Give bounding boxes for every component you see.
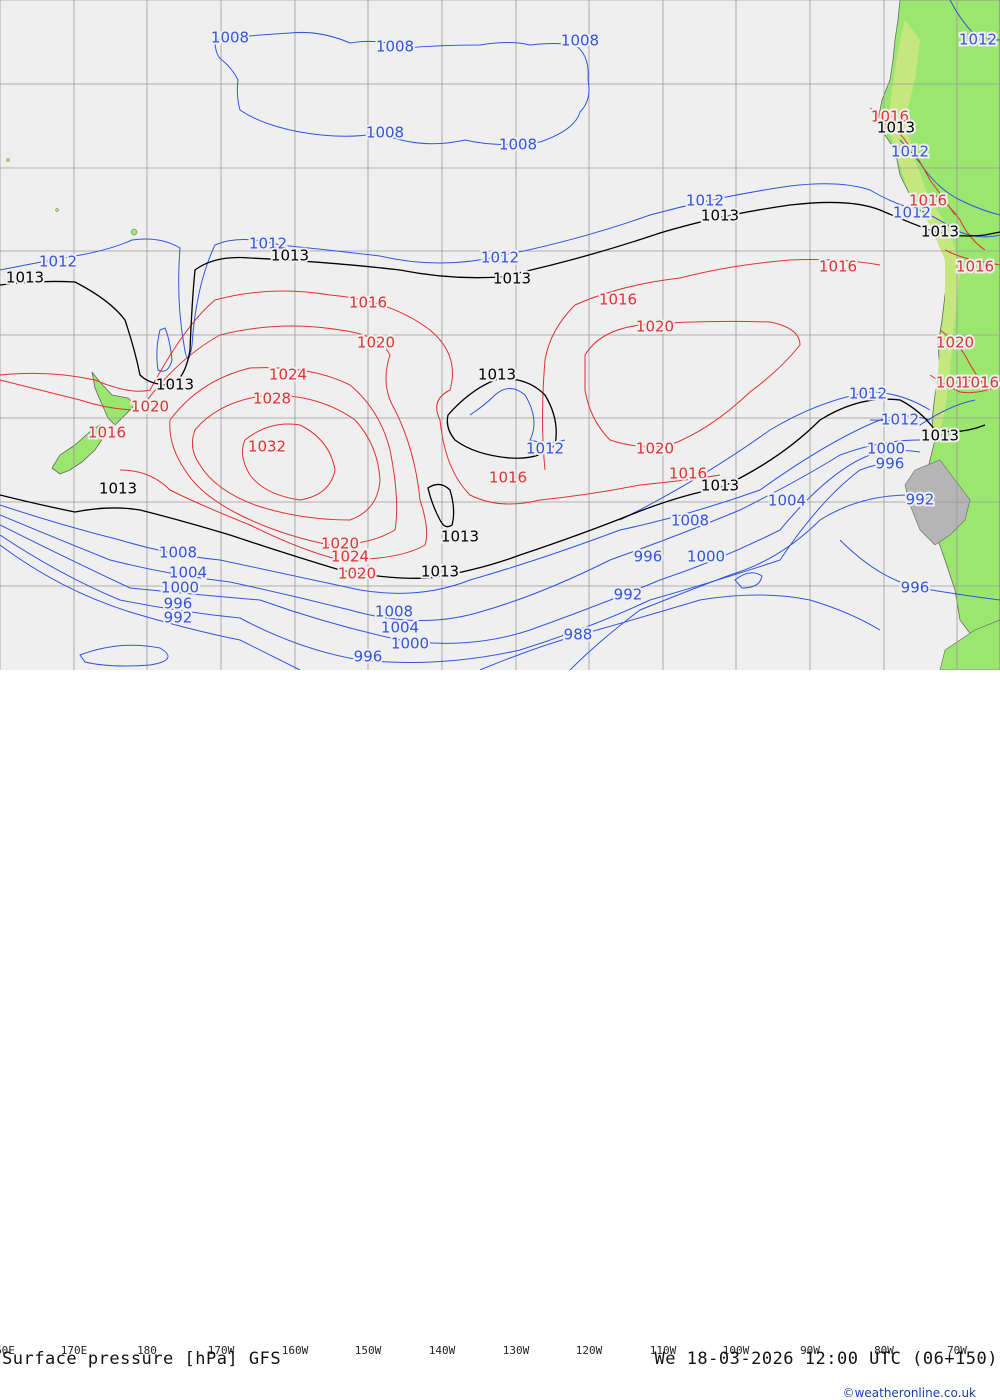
isobar-label-992: 992 [164, 609, 193, 627]
isobar-label-1016: 1016 [909, 192, 947, 210]
isobar-label-1016: 1016 [349, 294, 387, 312]
isobar-label-1020: 1020 [131, 398, 169, 416]
isobar-label-1020: 1020 [636, 440, 674, 458]
isobar-label-1020: 1020 [338, 565, 376, 583]
isobar-label-1016: 1016 [88, 424, 126, 442]
isobar-label-1008: 1008 [561, 32, 599, 50]
isobar-label-996: 996 [634, 548, 663, 566]
map-footer: 60E170E180170W160W150W140W130W120W110W10… [0, 670, 1000, 733]
isobar-label-1024: 1024 [331, 548, 369, 566]
isobar-label-1013: 1013 [441, 528, 479, 546]
isobar-label-1013: 1013 [921, 223, 959, 241]
isobar-label-996: 996 [354, 648, 383, 666]
isobar-label-1016: 1016 [819, 258, 857, 276]
chatham-islands [131, 229, 137, 235]
valid-time: We 18-03-2026 12:00 UTC (06+150) [654, 1349, 998, 1369]
isobar-label-1013: 1013 [877, 119, 915, 137]
isobar-label-1012: 1012 [481, 249, 519, 267]
isobar-label-1008: 1008 [366, 124, 404, 142]
isobar-label-1013: 1013 [493, 270, 531, 288]
lon-tick-label: 120W [576, 1344, 603, 1357]
isobar-label-1012: 1012 [39, 253, 77, 271]
isobar-label-988: 988 [564, 626, 593, 644]
credit-link[interactable]: ©weatheronline.co.uk [843, 1386, 976, 1400]
lon-tick-label: 150W [355, 1344, 382, 1357]
isobar-label-1016: 1016 [956, 258, 994, 276]
isobar-label-1012: 1012 [881, 411, 919, 429]
isobar-label-1024: 1024 [269, 366, 307, 384]
isobar-label-1008: 1008 [375, 603, 413, 621]
isobar-label-1008: 1008 [159, 544, 197, 562]
isobar-label-1013: 1013 [921, 427, 959, 445]
isobar-label-1008: 1008 [376, 38, 414, 56]
isobar-label-1013: 1013 [271, 247, 309, 265]
map-canvas: 1008 1008 1008 1008 1008 1012 1012 1012 1012 1012… [0, 0, 1000, 670]
isobar-label-1028: 1028 [253, 390, 291, 408]
isobar-label-996: 996 [901, 579, 930, 597]
isobar-label-1012: 1012 [891, 143, 929, 161]
isobar-label-1013: 1013 [701, 207, 739, 225]
small-island [56, 209, 59, 212]
isobar-label-1013: 1013 [701, 477, 739, 495]
isobar-label-1016: 1016 [489, 469, 527, 487]
isobar-label-1020: 1020 [636, 318, 674, 336]
isobar-label-1008: 1008 [211, 29, 249, 47]
lon-tick-label: 140W [429, 1344, 456, 1357]
isobar-label-1004: 1004 [381, 619, 419, 637]
isobar-label-1012: 1012 [849, 385, 887, 403]
lon-tick-label: 160W [282, 1344, 309, 1357]
isobar-label-1013: 1013 [156, 376, 194, 394]
isobar-label-1013: 1013 [99, 480, 137, 498]
isobar-label-1013: 1013 [421, 563, 459, 581]
isobar-label-1008: 1008 [671, 512, 709, 530]
isobar-label-1008: 1008 [499, 136, 537, 154]
small-island [7, 159, 10, 162]
isobar-label-1013: 1013 [6, 269, 44, 287]
map-title: Surface pressure [hPa] GFS [2, 1349, 281, 1369]
isobar-label-1000: 1000 [687, 548, 725, 566]
isobar-label-1012: 1012 [959, 31, 997, 49]
isobar-label-1000: 1000 [391, 635, 429, 653]
isobar-label-992: 992 [614, 586, 643, 604]
isobar-label-1032: 1032 [248, 438, 286, 456]
isobar-label-1013: 1013 [478, 366, 516, 384]
pressure-map: 1008 1008 1008 1008 1008 1012 1012 1012 1012 1012… [0, 0, 1000, 670]
isobar-label-1000: 1000 [867, 440, 905, 458]
isobar-label-992: 992 [906, 491, 935, 509]
isobar-label-1020: 1020 [357, 334, 395, 352]
lon-tick-label: 130W [503, 1344, 530, 1357]
isobar-label-1016: 1016 [961, 374, 999, 392]
isobar-label-1012: 1012 [526, 440, 564, 458]
isobar-label-1020: 1020 [936, 334, 974, 352]
isobar-label-1004: 1004 [768, 492, 806, 510]
isobar-label-1016: 1016 [599, 291, 637, 309]
